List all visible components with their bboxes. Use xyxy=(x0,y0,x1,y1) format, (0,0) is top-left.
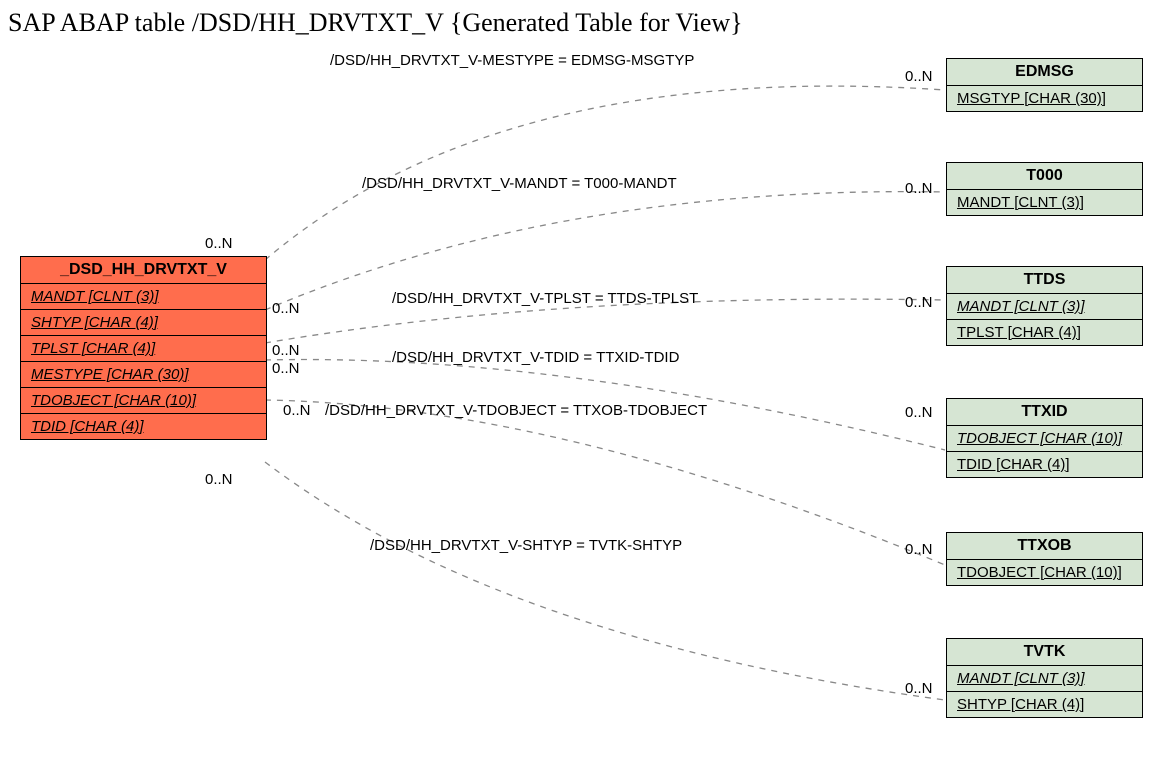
entity-tvtk-title: TVTK xyxy=(947,639,1142,666)
card-right-3: 0..N xyxy=(905,294,933,311)
ttds-mandt: MANDT [CLNT (3)] xyxy=(947,294,1142,320)
entity-t000-title: T000 xyxy=(947,163,1142,190)
ttxid-tdid: TDID [CHAR (4)] xyxy=(947,452,1142,477)
tvtk-shtyp: SHTYP [CHAR (4)] xyxy=(947,692,1142,717)
edge-label-5: /DSD/HH_DRVTXT_V-TDOBJECT = TTXOB-TDOBJE… xyxy=(325,402,707,419)
entity-ttds: TTDS MANDT [CLNT (3)] TPLST [CHAR (4)] xyxy=(946,266,1143,346)
edmsg-msgtyp: MSGTYP [CHAR (30)] xyxy=(947,86,1142,111)
card-left-5: 0..N xyxy=(283,402,311,419)
card-right-4: 0..N xyxy=(905,404,933,421)
entity-edmsg-title: EDMSG xyxy=(947,59,1142,86)
edge-label-1: /DSD/HH_DRVTXT_V-MESTYPE = EDMSG-MSGTYP xyxy=(330,52,694,69)
field-mandt: MANDT [CLNT (3)] xyxy=(21,284,266,310)
field-mestype: MESTYPE [CHAR (30)] xyxy=(21,362,266,388)
field-tplst: TPLST [CHAR (4)] xyxy=(21,336,266,362)
ttds-tplst: TPLST [CHAR (4)] xyxy=(947,320,1142,345)
entity-t000: T000 MANDT [CLNT (3)] xyxy=(946,162,1143,216)
card-left-3: 0..N xyxy=(272,342,300,359)
tvtk-mandt: MANDT [CLNT (3)] xyxy=(947,666,1142,692)
entity-ttxob: TTXOB TDOBJECT [CHAR (10)] xyxy=(946,532,1143,586)
entity-edmsg: EDMSG MSGTYP [CHAR (30)] xyxy=(946,58,1143,112)
card-right-6: 0..N xyxy=(905,680,933,697)
entity-main-title: _DSD_HH_DRVTXT_V xyxy=(21,257,266,284)
field-tdobject: TDOBJECT [CHAR (10)] xyxy=(21,388,266,414)
card-right-1: 0..N xyxy=(905,68,933,85)
t000-mandt: MANDT [CLNT (3)] xyxy=(947,190,1142,215)
field-shtyp: SHTYP [CHAR (4)] xyxy=(21,310,266,336)
entity-main: _DSD_HH_DRVTXT_V MANDT [CLNT (3)] SHTYP … xyxy=(20,256,267,440)
card-left-2: 0..N xyxy=(272,300,300,317)
entity-ttxid: TTXID TDOBJECT [CHAR (10)] TDID [CHAR (4… xyxy=(946,398,1143,478)
entity-ttds-title: TTDS xyxy=(947,267,1142,294)
field-tdid: TDID [CHAR (4)] xyxy=(21,414,266,439)
ttxid-tdobject: TDOBJECT [CHAR (10)] xyxy=(947,426,1142,452)
card-left-4: 0..N xyxy=(272,360,300,377)
card-right-2: 0..N xyxy=(905,180,933,197)
card-right-5: 0..N xyxy=(905,541,933,558)
card-left-1: 0..N xyxy=(205,235,233,252)
edge-label-6: /DSD/HH_DRVTXT_V-SHTYP = TVTK-SHTYP xyxy=(370,537,682,554)
card-left-6: 0..N xyxy=(205,471,233,488)
entity-ttxid-title: TTXID xyxy=(947,399,1142,426)
entity-tvtk: TVTK MANDT [CLNT (3)] SHTYP [CHAR (4)] xyxy=(946,638,1143,718)
ttxob-tdobject: TDOBJECT [CHAR (10)] xyxy=(947,560,1142,585)
page-title: SAP ABAP table /DSD/HH_DRVTXT_V {Generat… xyxy=(8,8,743,38)
entity-ttxob-title: TTXOB xyxy=(947,533,1142,560)
edge-label-3: /DSD/HH_DRVTXT_V-TPLST = TTDS-TPLST xyxy=(392,290,698,307)
edge-label-4: /DSD/HH_DRVTXT_V-TDID = TTXID-TDID xyxy=(392,349,679,366)
edge-label-2: /DSD/HH_DRVTXT_V-MANDT = T000-MANDT xyxy=(362,175,677,192)
